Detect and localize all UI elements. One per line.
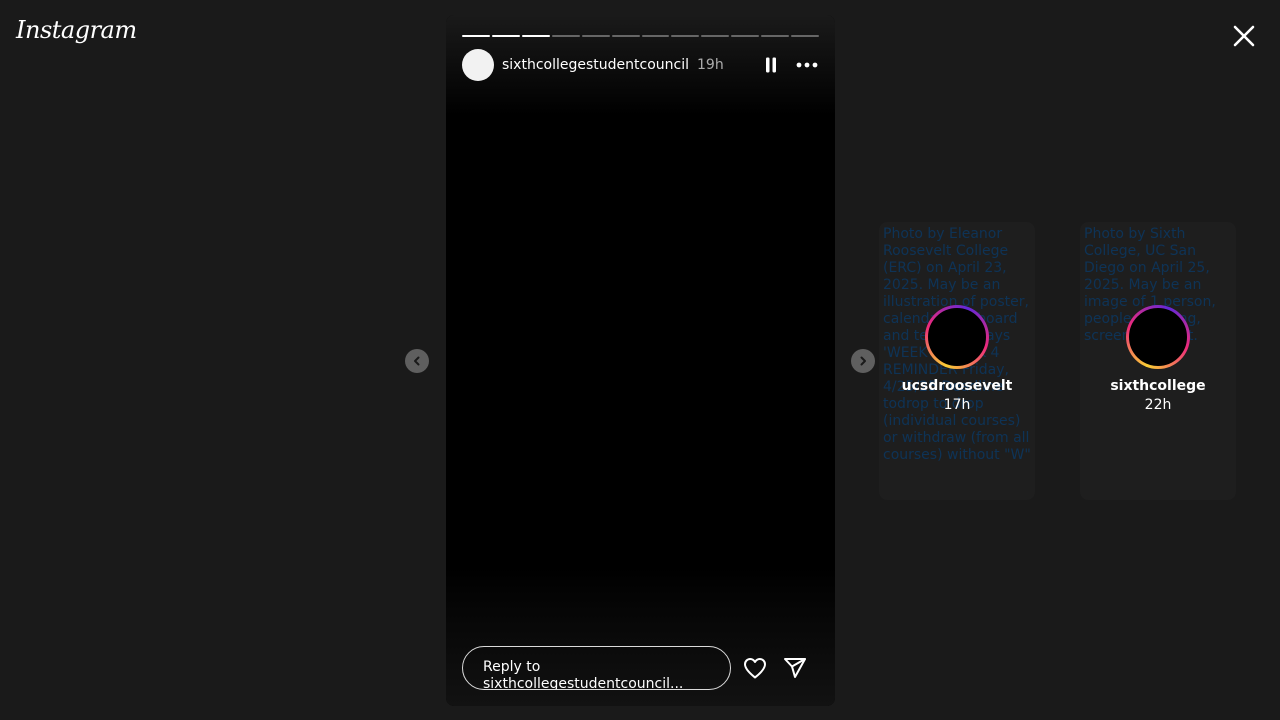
story-card[interactable]: sixthcollegestudentcouncil 19h Reply to … [446, 15, 835, 706]
preview-avatar [928, 308, 986, 366]
preview-timestamp: 22h [1144, 397, 1172, 413]
story-timestamp: 19h [697, 57, 724, 73]
share-button[interactable] [783, 656, 807, 680]
send-icon [784, 658, 806, 678]
pause-icon [766, 57, 776, 73]
progress-segment-fill [462, 35, 490, 37]
heart-icon [744, 658, 766, 679]
progress-segment [641, 35, 670, 37]
progress-segment [791, 35, 820, 37]
progress-segment-fill [491, 35, 520, 37]
story-controls [759, 53, 819, 77]
story-header: sixthcollegestudentcouncil 19h [462, 49, 819, 81]
chevron-left-icon [414, 356, 420, 366]
reply-input[interactable]: Reply to sixthcollegestudentcouncil... [462, 646, 731, 690]
progress-segment [731, 35, 760, 37]
progress-segment [671, 35, 700, 37]
story-avatar[interactable] [462, 49, 494, 81]
progress-segment [611, 35, 640, 37]
pause-button[interactable] [759, 53, 783, 77]
close-button[interactable] [1228, 20, 1260, 52]
story-progress-bar [462, 35, 820, 37]
next-story-button[interactable] [851, 349, 875, 373]
progress-segment [491, 35, 520, 37]
progress-segment [462, 35, 490, 37]
progress-segment [761, 35, 790, 37]
preview-username: sixthcollege [1110, 378, 1206, 394]
story-viewer-page: Instagram sixthcollegestudentcouncil 19h [0, 0, 1280, 720]
preview-username: ucsdroosevelt [901, 378, 1013, 394]
progress-segment-fill [521, 35, 550, 37]
preview-timestamp: 17h [943, 397, 971, 413]
more-horizontal-icon [796, 62, 818, 68]
story-username[interactable]: sixthcollegestudentcouncil [502, 57, 689, 73]
progress-segment [551, 35, 580, 37]
story-preview-card[interactable]: Photo by Eleanor Roosevelt College (ERC)… [879, 222, 1035, 500]
more-options-button[interactable] [795, 53, 819, 77]
instagram-logo[interactable]: Instagram [16, 10, 137, 50]
reply-bar: Reply to sixthcollegestudentcouncil... [462, 646, 819, 690]
preview-avatar [1129, 308, 1187, 366]
story-ring [1126, 305, 1190, 369]
story-ring [925, 305, 989, 369]
previous-story-button[interactable] [405, 349, 429, 373]
progress-segment [521, 35, 550, 37]
reply-actions [743, 656, 807, 680]
progress-segment [581, 35, 610, 37]
chevron-right-icon [860, 356, 866, 366]
story-preview-card[interactable]: Photo by Sixth College, UC San Diego on … [1080, 222, 1236, 500]
like-button[interactable] [743, 656, 767, 680]
close-icon [1233, 25, 1255, 47]
progress-segment [701, 35, 730, 37]
